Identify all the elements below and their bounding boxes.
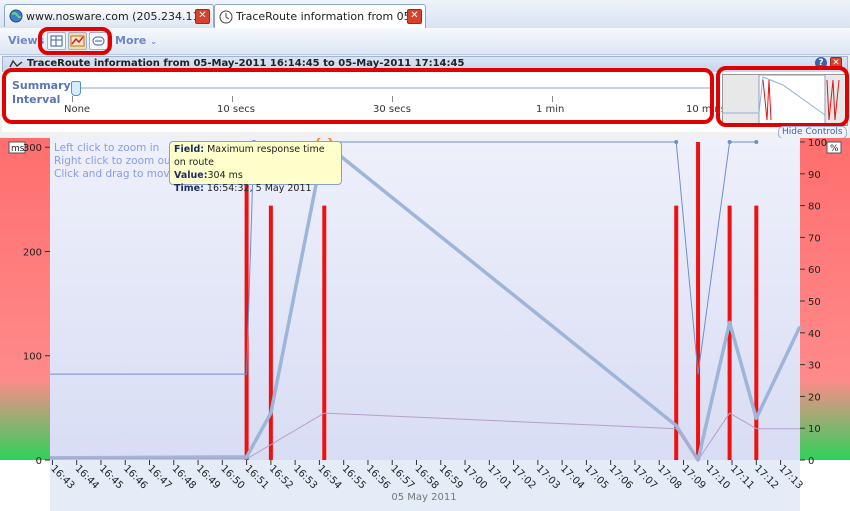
- packet-loss-bar: [322, 205, 327, 460]
- right-tick-label: 90: [808, 170, 821, 181]
- right-tick-label: 0: [808, 456, 814, 467]
- summary-highlight-outline: [2, 68, 714, 124]
- chart-hints: Left click to zoom in Right click to zoo…: [54, 142, 177, 180]
- packet-loss-bar: [696, 142, 701, 460]
- right-tick-label: 50: [808, 297, 821, 308]
- tab-close-icon[interactable]: ✕: [407, 9, 422, 24]
- right-tick-label: 30: [808, 361, 821, 372]
- chart-area: ms% 0 100 200 300 0 10 20 30 40 50 60 70 80 90 100 16:43…: [0, 138, 850, 511]
- right-tick-label: 10: [808, 424, 821, 435]
- right-tick-label: 60: [808, 265, 821, 276]
- clock-icon: [219, 10, 233, 24]
- right-tick-label: 100: [808, 138, 827, 149]
- more-menu[interactable]: More ⌄: [115, 34, 157, 47]
- navigator-highlight-outline: [716, 66, 849, 127]
- left-tick-label: 0: [36, 456, 42, 467]
- x-date-label: 05 May 2011: [391, 492, 456, 503]
- tab-bar: www.nosware.com (205.234.111.2... ✕ Trac…: [0, 0, 850, 29]
- globe-icon: [9, 9, 23, 23]
- chevron-down-icon: ⌄: [150, 37, 157, 46]
- series-point: [754, 140, 759, 144]
- packet-loss-bar: [268, 205, 273, 460]
- tab-nosware[interactable]: www.nosware.com (205.234.111.2... ✕: [4, 4, 214, 27]
- chart-tooltip: Field: Maximum response time on route Va…: [169, 141, 342, 194]
- right-tick-label: 80: [808, 202, 821, 213]
- right-tick-label: 20: [808, 392, 821, 403]
- views-highlight-outline: [38, 27, 112, 55]
- right-axis-unit: %: [830, 144, 839, 154]
- series-point: [674, 140, 679, 144]
- packet-loss-bar: [674, 205, 679, 460]
- left-tick-label: 300: [23, 143, 42, 154]
- tab-label: TraceRoute information from 05-M...: [236, 10, 407, 23]
- left-tick-label: 100: [23, 352, 42, 363]
- packet-loss-bar: [754, 205, 759, 460]
- right-tick-label: 70: [808, 233, 821, 244]
- left-tick-label: 200: [23, 247, 42, 258]
- series-point: [727, 140, 732, 144]
- tab-close-icon[interactable]: ✕: [195, 8, 210, 24]
- tab-label: www.nosware.com (205.234.111.2...: [26, 9, 195, 23]
- traceroute-chart[interactable]: ms %0100200300010203040506070809010016:43…: [0, 138, 850, 511]
- view-toolbar: Views More ⌄: [0, 28, 850, 55]
- left-axis-band: [0, 138, 50, 460]
- right-tick-label: 40: [808, 329, 821, 340]
- plot-background: [50, 138, 800, 460]
- tab-traceroute[interactable]: TraceRoute information from 05-M... ✕: [214, 4, 426, 28]
